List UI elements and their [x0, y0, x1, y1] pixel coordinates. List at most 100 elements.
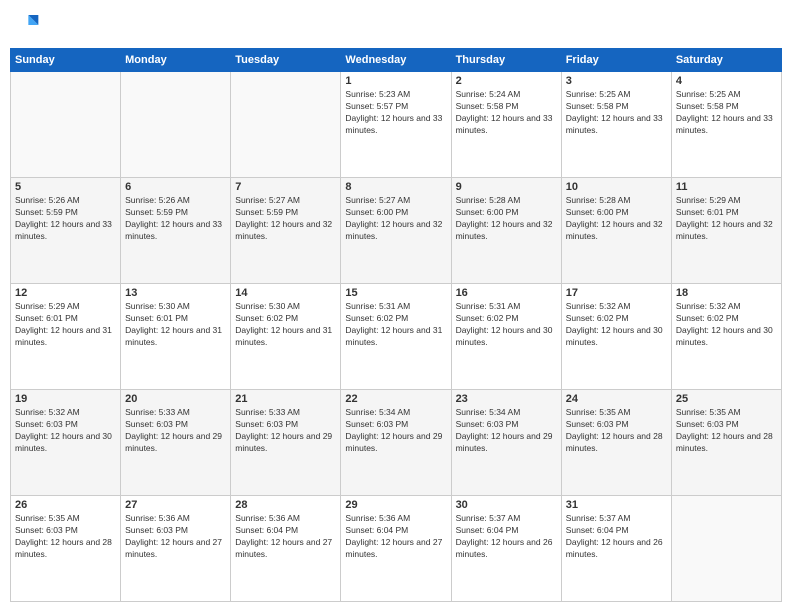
cell-info: Sunrise: 5:32 AM Sunset: 6:02 PM Dayligh… — [566, 301, 667, 349]
day-number: 17 — [566, 287, 667, 299]
cell-info: Sunrise: 5:25 AM Sunset: 5:58 PM Dayligh… — [676, 89, 777, 137]
cell-info: Sunrise: 5:33 AM Sunset: 6:03 PM Dayligh… — [125, 407, 226, 455]
day-number: 25 — [676, 393, 777, 405]
logo — [10, 10, 44, 40]
calendar-cell — [11, 72, 121, 178]
day-number: 30 — [456, 499, 557, 511]
calendar-cell — [121, 72, 231, 178]
calendar-cell: 29 Sunrise: 5:36 AM Sunset: 6:04 PM Dayli… — [341, 496, 451, 602]
cell-info: Sunrise: 5:30 AM Sunset: 6:02 PM Dayligh… — [235, 301, 336, 349]
calendar-week-row: 5 Sunrise: 5:26 AM Sunset: 5:59 PM Daylig… — [11, 178, 782, 284]
calendar-cell: 26 Sunrise: 5:35 AM Sunset: 6:03 PM Dayli… — [11, 496, 121, 602]
cell-info: Sunrise: 5:24 AM Sunset: 5:58 PM Dayligh… — [456, 89, 557, 137]
day-number: 24 — [566, 393, 667, 405]
logo-icon — [10, 10, 40, 40]
day-number: 19 — [15, 393, 116, 405]
day-number: 15 — [345, 287, 446, 299]
cell-info: Sunrise: 5:32 AM Sunset: 6:03 PM Dayligh… — [15, 407, 116, 455]
cell-info: Sunrise: 5:36 AM Sunset: 6:04 PM Dayligh… — [235, 513, 336, 561]
calendar-cell: 2 Sunrise: 5:24 AM Sunset: 5:58 PM Daylig… — [451, 72, 561, 178]
cell-info: Sunrise: 5:35 AM Sunset: 6:03 PM Dayligh… — [15, 513, 116, 561]
calendar-cell: 10Sunrise: 5:28 AM Sunset: 6:00 PM Dayli… — [561, 178, 671, 284]
day-number: 18 — [676, 287, 777, 299]
calendar-cell: 28 Sunrise: 5:36 AM Sunset: 6:04 PM Dayli… — [231, 496, 341, 602]
calendar-week-row: 12 Sunrise: 5:29 AM Sunset: 6:01 PM Dayli… — [11, 284, 782, 390]
day-number: 28 — [235, 499, 336, 511]
weekday-header-tuesday: Tuesday — [231, 49, 341, 72]
day-number: 16 — [456, 287, 557, 299]
cell-info: Sunrise: 5:32 AM Sunset: 6:02 PM Dayligh… — [676, 301, 777, 349]
cell-info: Sunrise: 5:26 AM Sunset: 5:59 PM Dayligh… — [125, 195, 226, 243]
day-number: 29 — [345, 499, 446, 511]
cell-info: Sunrise: 5:26 AM Sunset: 5:59 PM Dayligh… — [15, 195, 116, 243]
day-number: 20 — [125, 393, 226, 405]
cell-info: Sunrise: 5:27 AM Sunset: 6:00 PM Dayligh… — [345, 195, 446, 243]
page: SundayMondayTuesdayWednesdayThursdayFrid… — [0, 0, 792, 612]
cell-info: Sunrise: 5:31 AM Sunset: 6:02 PM Dayligh… — [345, 301, 446, 349]
cell-info: Sunrise: 5:34 AM Sunset: 6:03 PM Dayligh… — [345, 407, 446, 455]
calendar-week-row: 19 Sunrise: 5:32 AM Sunset: 6:03 PM Dayli… — [11, 390, 782, 496]
day-number: 14 — [235, 287, 336, 299]
weekday-header-monday: Monday — [121, 49, 231, 72]
day-number: 26 — [15, 499, 116, 511]
calendar-cell: 24 Sunrise: 5:35 AM Sunset: 6:03 PM Dayli… — [561, 390, 671, 496]
calendar-cell — [231, 72, 341, 178]
calendar-cell: 21 Sunrise: 5:33 AM Sunset: 6:03 PM Dayli… — [231, 390, 341, 496]
calendar-cell — [671, 496, 781, 602]
calendar-cell: 18 Sunrise: 5:32 AM Sunset: 6:02 PM Dayli… — [671, 284, 781, 390]
cell-info: Sunrise: 5:33 AM Sunset: 6:03 PM Dayligh… — [235, 407, 336, 455]
calendar-cell: 16 Sunrise: 5:31 AM Sunset: 6:02 PM Dayli… — [451, 284, 561, 390]
weekday-header-sunday: Sunday — [11, 49, 121, 72]
cell-info: Sunrise: 5:31 AM Sunset: 6:02 PM Dayligh… — [456, 301, 557, 349]
cell-info: Sunrise: 5:29 AM Sunset: 6:01 PM Dayligh… — [15, 301, 116, 349]
day-number: 22 — [345, 393, 446, 405]
day-number: 9 — [456, 181, 557, 193]
day-number: 4 — [676, 75, 777, 87]
calendar-cell: 22 Sunrise: 5:34 AM Sunset: 6:03 PM Dayli… — [341, 390, 451, 496]
day-number: 5 — [15, 181, 116, 193]
cell-info: Sunrise: 5:36 AM Sunset: 6:04 PM Dayligh… — [345, 513, 446, 561]
day-number: 3 — [566, 75, 667, 87]
cell-info: Sunrise: 5:36 AM Sunset: 6:03 PM Dayligh… — [125, 513, 226, 561]
calendar-cell: 14 Sunrise: 5:30 AM Sunset: 6:02 PM Dayli… — [231, 284, 341, 390]
cell-info: Sunrise: 5:23 AM Sunset: 5:57 PM Dayligh… — [345, 89, 446, 137]
calendar-cell: 4 Sunrise: 5:25 AM Sunset: 5:58 PM Daylig… — [671, 72, 781, 178]
cell-info: Sunrise: 5:28 AM Sunset: 6:00 PM Dayligh… — [566, 195, 667, 243]
calendar-cell: 31Sunrise: 5:37 AM Sunset: 6:04 PM Dayli… — [561, 496, 671, 602]
cell-info: Sunrise: 5:35 AM Sunset: 6:03 PM Dayligh… — [566, 407, 667, 455]
day-number: 21 — [235, 393, 336, 405]
calendar-cell: 27 Sunrise: 5:36 AM Sunset: 6:03 PM Dayli… — [121, 496, 231, 602]
weekday-header-thursday: Thursday — [451, 49, 561, 72]
calendar-cell: 9Sunrise: 5:28 AM Sunset: 6:00 PM Daylig… — [451, 178, 561, 284]
day-number: 2 — [456, 75, 557, 87]
day-number: 7 — [235, 181, 336, 193]
day-number: 13 — [125, 287, 226, 299]
calendar-cell: 12 Sunrise: 5:29 AM Sunset: 6:01 PM Dayli… — [11, 284, 121, 390]
weekday-header-friday: Friday — [561, 49, 671, 72]
weekday-header-row: SundayMondayTuesdayWednesdayThursdayFrid… — [11, 49, 782, 72]
cell-info: Sunrise: 5:34 AM Sunset: 6:03 PM Dayligh… — [456, 407, 557, 455]
calendar-cell: 7 Sunrise: 5:27 AM Sunset: 5:59 PM Daylig… — [231, 178, 341, 284]
cell-info: Sunrise: 5:30 AM Sunset: 6:01 PM Dayligh… — [125, 301, 226, 349]
day-number: 1 — [345, 75, 446, 87]
calendar-cell: 6Sunrise: 5:26 AM Sunset: 5:59 PM Daylig… — [121, 178, 231, 284]
calendar-cell: 8Sunrise: 5:27 AM Sunset: 6:00 PM Daylig… — [341, 178, 451, 284]
weekday-header-wednesday: Wednesday — [341, 49, 451, 72]
calendar-cell: 5 Sunrise: 5:26 AM Sunset: 5:59 PM Daylig… — [11, 178, 121, 284]
cell-info: Sunrise: 5:37 AM Sunset: 6:04 PM Dayligh… — [456, 513, 557, 561]
day-number: 27 — [125, 499, 226, 511]
day-number: 23 — [456, 393, 557, 405]
calendar-cell: 3 Sunrise: 5:25 AM Sunset: 5:58 PM Daylig… — [561, 72, 671, 178]
cell-info: Sunrise: 5:35 AM Sunset: 6:03 PM Dayligh… — [676, 407, 777, 455]
cell-info: Sunrise: 5:27 AM Sunset: 5:59 PM Dayligh… — [235, 195, 336, 243]
weekday-header-saturday: Saturday — [671, 49, 781, 72]
calendar-week-row: 26 Sunrise: 5:35 AM Sunset: 6:03 PM Dayli… — [11, 496, 782, 602]
calendar-cell: 25 Sunrise: 5:35 AM Sunset: 6:03 PM Dayli… — [671, 390, 781, 496]
calendar-cell: 13 Sunrise: 5:30 AM Sunset: 6:01 PM Dayli… — [121, 284, 231, 390]
cell-info: Sunrise: 5:25 AM Sunset: 5:58 PM Dayligh… — [566, 89, 667, 137]
calendar-cell: 20 Sunrise: 5:33 AM Sunset: 6:03 PM Dayli… — [121, 390, 231, 496]
day-number: 12 — [15, 287, 116, 299]
calendar-cell: 15 Sunrise: 5:31 AM Sunset: 6:02 PM Dayli… — [341, 284, 451, 390]
calendar-week-row: 1 Sunrise: 5:23 AM Sunset: 5:57 PM Daylig… — [11, 72, 782, 178]
calendar-cell: 19 Sunrise: 5:32 AM Sunset: 6:03 PM Dayli… — [11, 390, 121, 496]
